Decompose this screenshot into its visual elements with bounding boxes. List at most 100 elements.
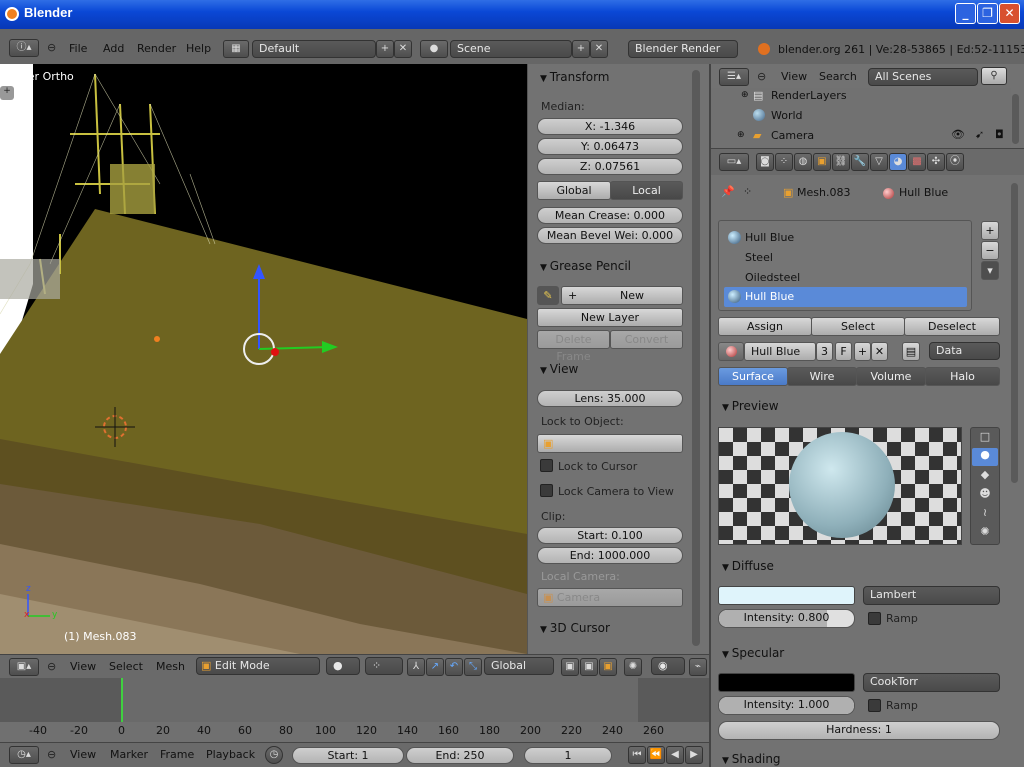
grease-pencil-panel-title[interactable]: Grease Pencil (540, 259, 631, 273)
lock-object-field[interactable]: ▣ (537, 434, 683, 453)
menu-mesh[interactable]: Mesh (156, 657, 185, 677)
diffuse-intensity-slider[interactable]: Intensity: 0.800 (718, 609, 855, 628)
outliner-scrollbar[interactable] (1012, 94, 1019, 144)
expand-icon[interactable]: ⊕ (737, 130, 745, 140)
particles-tab-icon[interactable]: ✣ (927, 153, 945, 171)
delete-frame-button[interactable]: Delete Frame (537, 330, 610, 363)
local-toggle[interactable]: Local (610, 181, 683, 200)
tab-volume[interactable]: Volume (856, 367, 926, 386)
link-icon[interactable]: ▤ (902, 342, 920, 361)
tab-wire[interactable]: Wire (787, 367, 857, 386)
play-reverse-icon[interactable]: ◀ (666, 746, 684, 764)
maximize-button[interactable]: ❐ (977, 3, 998, 24)
scene-remove-icon[interactable]: ✕ (590, 40, 608, 58)
display-mode-dropdown[interactable]: All Scenes (868, 68, 978, 86)
material-slot-list[interactable]: Hull Blue Steel Oiledsteel Hull Blue (718, 220, 972, 311)
material-name-field[interactable]: Hull Blue (744, 342, 816, 361)
lens-field[interactable]: Lens: 35.000 (537, 390, 683, 407)
outliner-item-world[interactable]: World (771, 109, 803, 122)
outliner-item-camera[interactable]: Camera (771, 129, 814, 142)
object-tab-icon[interactable]: ▣ (813, 153, 831, 171)
clip-start-field[interactable]: Start: 0.100 (537, 527, 683, 544)
world-tab-icon[interactable]: ◍ (794, 153, 812, 171)
jump-start-icon[interactable]: ⏮ (628, 746, 646, 764)
specular-intensity-slider[interactable]: Intensity: 1.000 (718, 696, 855, 715)
list-item[interactable]: Steel (745, 251, 773, 264)
assign-button[interactable]: Assign (718, 317, 812, 336)
hardness-field[interactable]: Hardness: 1 (718, 721, 1000, 740)
render-tab-icon[interactable]: ◙ (756, 153, 774, 171)
menu-help[interactable]: Help (186, 39, 211, 59)
list-item[interactable]: Hull Blue (745, 231, 794, 244)
timeline-area[interactable]: -40 -20 0 20 40 60 80 100 120 140 160 18… (0, 678, 709, 742)
orientation-dropdown[interactable]: Global (484, 657, 554, 675)
list-item-selected[interactable]: Hull Blue (724, 287, 967, 307)
data-tab-icon[interactable]: ▽ (870, 153, 888, 171)
local-camera-field[interactable]: ▣ Camera (537, 588, 683, 607)
play-icon[interactable]: ▶ (685, 746, 703, 764)
physics-tab-icon[interactable]: ⦿ (946, 153, 964, 171)
preview-range-icon[interactable]: ◷ (265, 746, 283, 764)
properties-scrollbar[interactable] (1011, 183, 1018, 483)
transform-panel-title[interactable]: Transform (540, 70, 610, 84)
collapse-menu-icon-4[interactable]: ⊖ (757, 70, 766, 83)
global-toggle[interactable]: Global (537, 181, 611, 200)
translate-icon[interactable]: ↗ (426, 658, 444, 676)
menu-playback[interactable]: Playback (206, 745, 255, 765)
timeline-playhead[interactable] (121, 678, 123, 722)
material-tab-icon[interactable]: ◕ (889, 153, 907, 171)
grease-pencil-draw-icon[interactable]: ✎ (537, 286, 559, 305)
diffuse-panel-title[interactable]: Diffuse (722, 559, 774, 573)
editor-type-outliner-icon[interactable]: ☰▴ (719, 68, 749, 86)
preview-sky-icon[interactable]: ✺ (976, 525, 994, 541)
tab-halo[interactable]: Halo (925, 367, 1000, 386)
link-dropdown[interactable]: Data (929, 342, 1000, 360)
collapse-menu-icon-3[interactable]: ⊖ (47, 748, 56, 761)
end-frame-field[interactable]: End: 250 (406, 747, 514, 764)
menu-search[interactable]: Search (819, 67, 857, 87)
scale-icon[interactable]: ⤡ (464, 658, 482, 676)
3d-cursor-panel-title[interactable]: 3D Cursor (540, 621, 610, 635)
preview-monkey-icon[interactable]: ☻ (976, 487, 994, 503)
menu-marker[interactable]: Marker (110, 745, 148, 765)
specular-panel-title[interactable]: Specular (722, 646, 784, 660)
unlink-material-button[interactable]: ✕ (871, 342, 888, 361)
mean-bevel-field[interactable]: Mean Bevel Wei: 0.000 (537, 227, 683, 244)
preview-flat-icon[interactable]: □ (976, 430, 994, 446)
manipulator-toggle-icon[interactable]: ⅄ (407, 658, 425, 676)
current-frame-field[interactable]: 1 (524, 747, 612, 764)
mean-crease-field[interactable]: Mean Crease: 0.000 (537, 207, 683, 224)
select-button[interactable]: Select (811, 317, 905, 336)
menu-view-outliner[interactable]: View (781, 67, 807, 87)
scene-field[interactable]: Scene (450, 40, 572, 58)
face-select-icon[interactable]: ▣ (599, 658, 617, 676)
layout-remove-icon[interactable]: ✕ (394, 40, 412, 58)
expand-icon[interactable]: ⊕ (741, 90, 749, 100)
grease-new-button[interactable]: + New (561, 286, 683, 305)
diffuse-shader-dropdown[interactable]: Lambert (863, 586, 1000, 605)
render-engine-dropdown[interactable]: Blender Render (628, 40, 738, 58)
limit-selection-icon[interactable]: ✺ (624, 658, 642, 676)
lock-to-cursor-checkbox[interactable] (540, 459, 553, 472)
menu-view-timeline[interactable]: View (70, 745, 96, 765)
tab-surface[interactable]: Surface (718, 367, 788, 386)
diffuse-color-swatch[interactable] (718, 586, 855, 605)
select-cursor-icon[interactable]: ➹ (975, 128, 984, 141)
collapse-menu-icon-2[interactable]: ⊖ (47, 660, 56, 673)
lock-camera-checkbox[interactable] (540, 484, 553, 497)
median-y-field[interactable]: Y: 0.06473 (537, 138, 683, 155)
prev-keyframe-icon[interactable]: ⏪ (647, 746, 665, 764)
pivot-dropdown[interactable]: ⁘ (365, 657, 403, 675)
menu-view[interactable]: View (70, 657, 96, 677)
preview-hair-icon[interactable]: ≀ (976, 506, 994, 522)
layout-add-icon[interactable]: + (376, 40, 394, 58)
specular-color-swatch[interactable] (718, 673, 855, 692)
collapse-menu-icon[interactable]: ⊖ (47, 41, 56, 54)
proportional-edit-dropdown[interactable]: ◉ (651, 657, 685, 675)
start-frame-field[interactable]: Start: 1 (292, 747, 404, 764)
render-toggle-icon[interactable]: ◘ (995, 128, 1004, 141)
texture-tab-icon[interactable]: ▩ (908, 153, 926, 171)
slot-specials-button[interactable]: ▾ (981, 261, 999, 280)
menu-frame[interactable]: Frame (160, 745, 194, 765)
snap-icon[interactable]: ⌁ (689, 658, 707, 676)
